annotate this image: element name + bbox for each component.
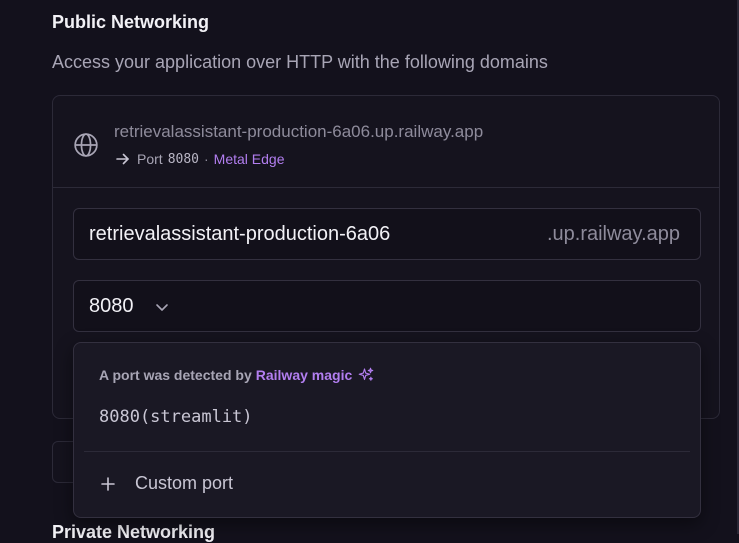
subdomain-value[interactable]: retrievalassistant-production-6a06 <box>89 223 390 246</box>
railway-magic-label: Railway magic <box>255 367 353 383</box>
private-networking-title: Private Networking <box>52 522 216 542</box>
sparkle-icon <box>358 367 374 381</box>
port-select-value: 8080 <box>89 295 134 317</box>
subdomain-input[interactable]: retrievalassistant-production-6a06 .up.r… <box>73 208 701 260</box>
domain-url-link[interactable]: retrievalassistant-production-6a06.up.ra… <box>114 122 483 142</box>
domain-row: retrievalassistant-production-6a06.up.ra… <box>53 96 719 188</box>
chevron-down-icon[interactable] <box>154 299 170 315</box>
detected-prefix: A port was detected by <box>99 367 252 383</box>
detected-port-option[interactable]: 8080(streamlit) <box>99 407 253 427</box>
separator-dot: · <box>204 151 209 167</box>
port-info: Port 8080 · Metal Edge <box>115 151 285 167</box>
subdomain-suffix: .up.railway.app <box>546 223 680 245</box>
port-number: 8080 <box>167 151 199 167</box>
plus-icon <box>101 476 115 491</box>
metal-edge-link[interactable]: Metal Edge <box>214 151 285 167</box>
port-select[interactable]: 8080 <box>73 280 701 332</box>
custom-port-option[interactable]: Custom port <box>99 473 233 494</box>
section-title: Public Networking <box>52 12 210 32</box>
port-dropdown-menu: A port was detected by Railway magic 808… <box>73 342 701 518</box>
arrow-right-icon <box>116 153 129 165</box>
custom-port-label: Custom port <box>135 473 234 493</box>
detected-label: A port was detected by Railway magic <box>99 366 375 384</box>
section-description: Access your application over HTTP with t… <box>52 52 548 72</box>
port-prefix: Port <box>137 151 163 167</box>
globe-icon <box>74 133 98 157</box>
dropdown-divider <box>84 451 690 452</box>
